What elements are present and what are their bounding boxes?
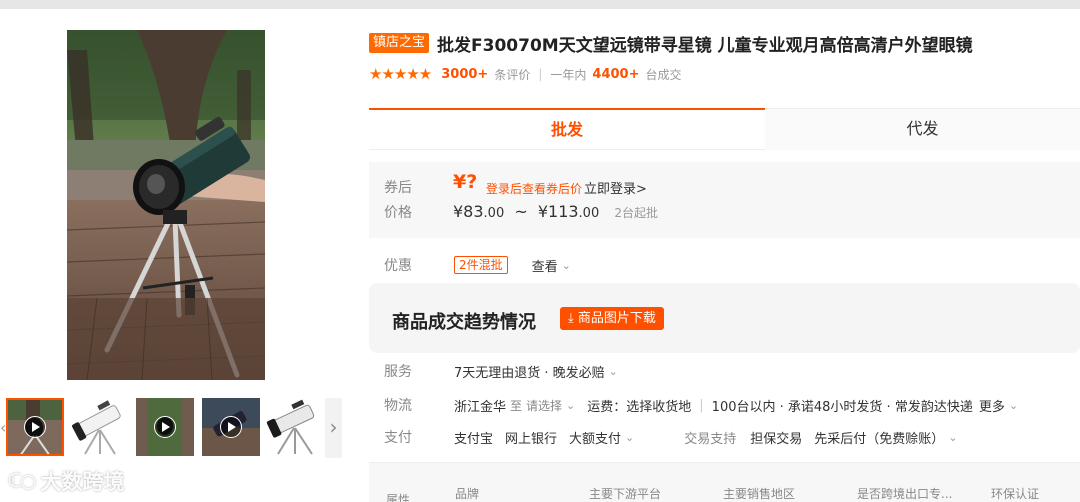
service-text[interactable]: 7天无理由退货 · 晚发必赔 — [454, 362, 605, 381]
rating-stars-icon: ★★★★★ — [369, 65, 432, 83]
min-order: 2台起批 — [614, 206, 658, 220]
download-images-label: 商品图片下载 — [577, 311, 656, 326]
review-label[interactable]: 条评价 — [494, 66, 530, 83]
thumbs-next-icon[interactable]: › — [325, 398, 342, 458]
thumb-video-1[interactable] — [6, 398, 64, 456]
price-high-decimal: .00 — [578, 206, 600, 221]
guarantee-trade: 担保交易 — [750, 431, 803, 447]
pay-alipay: 支付宝 — [454, 431, 494, 447]
chevron-down-icon[interactable]: ⌄ — [948, 431, 957, 444]
sales-trend-title: 商品成交趋势情况 — [392, 312, 536, 333]
play-icon — [220, 416, 242, 438]
price-label: 价格 — [384, 205, 412, 221]
price-high: ¥113 — [537, 202, 579, 221]
sold-label: 台成交 — [645, 67, 682, 82]
chevron-down-icon[interactable]: ⌄ — [1009, 399, 1018, 412]
tab-dropship[interactable]: 代发 — [765, 108, 1080, 150]
attr-header-crossborder: 是否跨境出口专... — [857, 487, 953, 501]
thumb-telescope-white[interactable] — [69, 398, 127, 456]
pay-later[interactable]: 先采后付（免费赊账） — [814, 428, 944, 447]
main-product-image[interactable] — [67, 30, 265, 380]
coupon-price-value: ¥? — [453, 171, 478, 193]
payment-label: 支付 — [384, 430, 412, 446]
ship-origin: 浙江金华 — [454, 399, 507, 415]
logistics-row: 物流 浙江金华 至 请选择 ⌄ 运费：选择收货地 | 100台以内 · 承诺48… — [369, 394, 1080, 416]
store-treasure-badge: 镇店之宝 — [369, 33, 430, 53]
watermark-text: 大数跨境 — [40, 470, 125, 494]
price-box: 券后 ¥? 登录后查看券后价 立即登录> 价格 ¥83.00 ~ ¥113.00 … — [369, 162, 1080, 238]
review-count[interactable]: 3000+ — [441, 67, 488, 82]
year-label: 一年内 — [550, 67, 587, 82]
attributes-label: 属性 — [386, 493, 411, 502]
attr-header-platform: 主要下游平台 — [589, 487, 662, 501]
download-images-button[interactable]: ⤓ 商品图片下载 — [560, 307, 664, 330]
price-tilde: ~ — [514, 202, 528, 221]
attr-header-region: 主要销售地区 — [723, 487, 796, 501]
price-low-decimal: .00 — [483, 206, 505, 221]
chevron-down-icon[interactable]: ⌄ — [625, 431, 634, 444]
thumb-telescope-tripod-image — [264, 398, 322, 456]
pay-large[interactable]: 大额支付 — [569, 428, 621, 447]
purchase-mode-tabs: 批发 代发 — [369, 108, 1080, 150]
coupon-price-label: 券后 — [384, 180, 412, 196]
pay-bank: 网上银行 — [505, 431, 558, 447]
divider: | — [699, 397, 704, 413]
service-row: 服务 7天无理由退货 · 晚发必赔 ⌄ — [369, 360, 1080, 382]
telescope-photo — [67, 30, 265, 380]
trade-support-label: 交易支持 — [684, 431, 737, 447]
chevron-down-icon[interactable]: ⌄ — [566, 399, 575, 412]
sold-count: 4400+ — [592, 66, 640, 82]
product-title-row: 镇店之宝 批发F30070M天文望远镜带寻星镜 儿童专业观月高倍高清户外望眼镜 — [369, 32, 973, 56]
chevron-down-icon[interactable]: ⌄ — [562, 259, 571, 272]
thumb-video-2[interactable] — [136, 398, 194, 456]
destination-select[interactable]: 请选择 — [526, 397, 562, 414]
payment-row: 支付 支付宝 网上银行 大额支付 ⌄ 交易支持 担保交易 先采后付（免费赊账） … — [369, 426, 1080, 448]
play-icon — [24, 416, 46, 438]
service-label: 服务 — [384, 364, 412, 380]
ship-to-label: 至 — [510, 398, 523, 413]
thumb-telescope-tripod[interactable] — [264, 398, 322, 456]
sales-trend-panel: 商品成交趋势情况 ⤓ 商品图片下载 — [369, 283, 1080, 353]
mixed-batch-tag: 2件混批 — [454, 256, 508, 274]
view-discount-link[interactable]: 查看 — [532, 256, 558, 275]
thumbnail-strip: ‹ › — [0, 398, 342, 458]
chevron-down-icon[interactable]: ⌄ — [609, 365, 618, 378]
tab-wholesale[interactable]: 批发 — [369, 108, 765, 150]
login-now-link[interactable]: 立即登录> — [584, 182, 647, 197]
divider: | — [538, 67, 543, 81]
play-icon — [154, 416, 176, 438]
attr-header-eco-cert: 环保认证 — [991, 487, 1040, 501]
shipping-promise: 100台以内 · 承诺48小时发货 · 常发韵达快递 — [711, 399, 973, 415]
discount-label: 优惠 — [384, 258, 412, 274]
coupon-hint-text: 登录后查看券后价 — [486, 182, 583, 196]
attr-header-brand: 品牌 — [455, 487, 480, 501]
discount-row: 优惠 2件混批 查看 ⌄ — [369, 254, 1080, 276]
logistics-more-link[interactable]: 更多 — [979, 396, 1005, 415]
download-icon: ⤓ — [568, 311, 574, 326]
attributes-table: 属性 品牌 主要下游平台 主要销售地区 是否跨境出口专... 环保认证 — [369, 462, 1080, 502]
shipping-fee: 运费：选择收货地 — [587, 399, 692, 415]
rating-row: ★★★★★ 3000+ 条评价 | 一年内 4400+ 台成交 — [369, 64, 682, 84]
coupon-login-hint: 登录后查看券后价 立即登录> — [486, 178, 647, 197]
thumb-telescope-white-image — [69, 398, 127, 456]
thumb-video-3[interactable] — [202, 398, 260, 456]
top-bar — [0, 0, 1080, 9]
watermark: ℂ○ 大数跨境 — [8, 466, 125, 496]
price-range: ¥83.00 ~ ¥113.00 2台起批 — [453, 202, 658, 221]
logistics-label: 物流 — [384, 398, 412, 414]
price-low: ¥83 — [453, 202, 484, 221]
product-title: 批发F30070M天文望远镜带寻星镜 儿童专业观月高倍高清户外望眼镜 — [437, 35, 973, 56]
watermark-logo-icon: ℂ○ — [8, 470, 36, 492]
